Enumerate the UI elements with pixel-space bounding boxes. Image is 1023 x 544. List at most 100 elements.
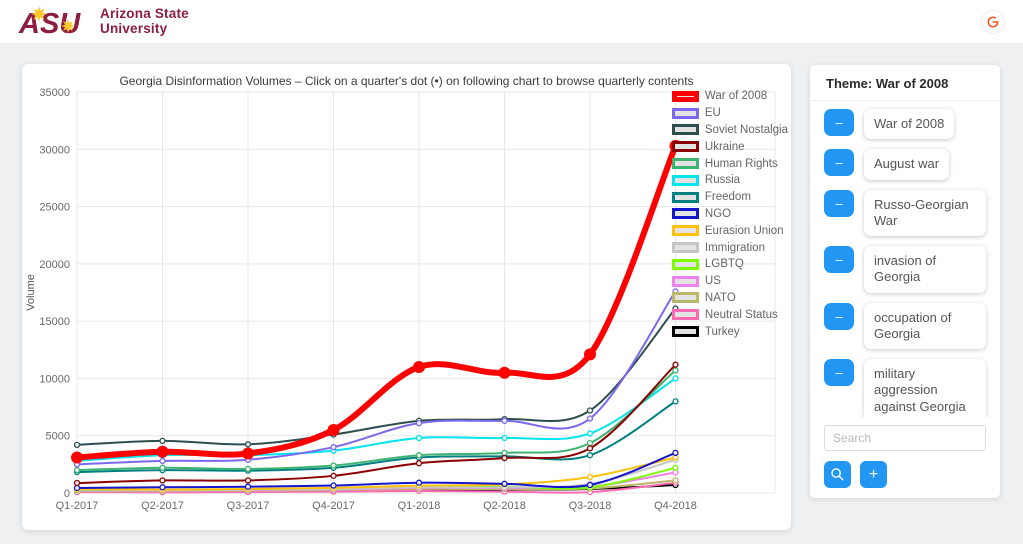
legend-label: Human Rights bbox=[705, 158, 778, 170]
quarter-dot-ukraine[interactable] bbox=[75, 481, 80, 486]
quarter-dot-human-rights[interactable] bbox=[75, 468, 80, 473]
remove-tag-button[interactable]: – bbox=[824, 109, 854, 136]
remove-tag-button[interactable]: – bbox=[824, 303, 854, 330]
quarter-dot-war-of-2008[interactable] bbox=[242, 447, 254, 459]
legend-item-immigration[interactable]: Immigration bbox=[672, 239, 788, 256]
quarter-dot-nato[interactable] bbox=[673, 478, 678, 483]
search-button[interactable] bbox=[824, 461, 851, 488]
quarter-dot-soviet-nostalgia[interactable] bbox=[588, 408, 593, 413]
quarter-dot-war-of-2008[interactable] bbox=[413, 361, 425, 373]
quarter-dot-freedom[interactable] bbox=[588, 453, 593, 458]
quarter-dot-soviet-nostalgia[interactable] bbox=[160, 438, 165, 443]
theme-panel: Theme: War of 2008 –War of 2008–August w… bbox=[810, 65, 1000, 498]
legend-label: Freedom bbox=[705, 191, 751, 203]
remove-tag-button[interactable]: – bbox=[824, 359, 854, 386]
quarter-dot-ukraine[interactable] bbox=[502, 456, 507, 461]
x-tick-label: Q1-2018 bbox=[398, 500, 441, 512]
quarter-dot-freedom[interactable] bbox=[673, 399, 678, 404]
quarter-dot-eu[interactable] bbox=[588, 416, 593, 421]
legend-item-lgbtq[interactable]: LGBTQ bbox=[672, 256, 788, 273]
y-tick-label: 15000 bbox=[39, 316, 70, 328]
remove-tag-button[interactable]: – bbox=[824, 149, 854, 176]
x-tick-label: Q2-2017 bbox=[141, 500, 184, 512]
quarter-dot-human-rights[interactable] bbox=[502, 450, 507, 455]
chart-legend: War of 2008 EU Soviet NostalgiaUkraine Huma… bbox=[672, 88, 788, 340]
quarter-dot-ukraine[interactable] bbox=[673, 362, 678, 367]
quarter-dot-eurasion-union[interactable] bbox=[588, 474, 593, 479]
legend-item-eurasion-union[interactable]: Eurasion Union bbox=[672, 222, 788, 239]
quarter-dot-ngo[interactable] bbox=[160, 485, 165, 490]
legend-label: US bbox=[705, 275, 721, 287]
quarter-dot-war-of-2008[interactable] bbox=[328, 424, 340, 436]
legend-item-freedom[interactable]: Freedom bbox=[672, 189, 788, 206]
quarter-dot-ngo[interactable] bbox=[417, 480, 422, 485]
quarter-dot-war-of-2008[interactable] bbox=[71, 451, 83, 463]
quarter-dot-ngo[interactable] bbox=[588, 482, 593, 487]
series-soviet-nostalgia bbox=[75, 306, 679, 447]
search-input[interactable] bbox=[824, 425, 986, 451]
quarter-dot-lgbtq[interactable] bbox=[673, 465, 678, 470]
legend-item-us[interactable]: US bbox=[672, 273, 788, 290]
quarter-dot-ngo[interactable] bbox=[673, 450, 678, 455]
legend-swatch bbox=[672, 208, 699, 219]
quarter-dot-ngo[interactable] bbox=[75, 485, 80, 490]
asu-logo[interactable]: ASU Arizona State University bbox=[18, 5, 189, 39]
quarter-dot-russia[interactable] bbox=[502, 436, 507, 441]
quarter-dot-human-rights[interactable] bbox=[588, 441, 593, 446]
panel-buttons: + bbox=[824, 461, 986, 488]
x-tick-label: Q2-2018 bbox=[483, 500, 526, 512]
legend-item-ngo[interactable]: NGO bbox=[672, 206, 788, 223]
quarter-dot-human-rights[interactable] bbox=[160, 465, 165, 470]
quarter-dot-russia[interactable] bbox=[417, 436, 422, 441]
legend-item-soviet-nostalgia[interactable]: Soviet Nostalgia bbox=[672, 122, 788, 139]
legend-swatch bbox=[672, 192, 699, 203]
logout-button[interactable] bbox=[981, 10, 1005, 34]
add-theme-button[interactable]: + bbox=[860, 461, 887, 488]
x-tick-label: Q4-2017 bbox=[312, 500, 355, 512]
quarter-dot-eu[interactable] bbox=[331, 445, 336, 450]
quarter-dot-human-rights[interactable] bbox=[331, 463, 336, 468]
tag-label: military aggression against Georgia bbox=[864, 359, 986, 417]
quarter-dot-ukraine[interactable] bbox=[588, 446, 593, 451]
quarter-dot-human-rights[interactable] bbox=[673, 368, 678, 373]
quarter-dot-eu[interactable] bbox=[160, 458, 165, 463]
quarter-dot-ukraine[interactable] bbox=[417, 461, 422, 466]
quarter-dot-ngo[interactable] bbox=[331, 483, 336, 488]
quarter-dot-human-rights[interactable] bbox=[246, 466, 251, 471]
legend-item-war-of-2008[interactable]: War of 2008 bbox=[672, 88, 788, 105]
series-line-soviet-nostalgia bbox=[77, 309, 676, 445]
legend-item-eu[interactable]: EU bbox=[672, 105, 788, 122]
legend-item-russia[interactable]: Russia bbox=[672, 172, 788, 189]
quarter-dot-soviet-nostalgia[interactable] bbox=[75, 442, 80, 447]
quarter-dot-russia[interactable] bbox=[588, 431, 593, 436]
legend-item-ukraine[interactable]: Ukraine bbox=[672, 138, 788, 155]
quarter-dot-eu[interactable] bbox=[502, 418, 507, 423]
quarter-dot-ukraine[interactable] bbox=[246, 478, 251, 483]
legend-label: EU bbox=[705, 107, 721, 119]
quarter-dot-human-rights[interactable] bbox=[417, 453, 422, 458]
quarter-dot-russia[interactable] bbox=[673, 376, 678, 381]
quarter-dot-ukraine[interactable] bbox=[160, 478, 165, 483]
legend-swatch bbox=[672, 326, 699, 337]
tag-label: invasion of Georgia bbox=[864, 246, 986, 293]
quarter-dot-war-of-2008[interactable] bbox=[157, 446, 169, 458]
legend-item-nato[interactable]: NATO bbox=[672, 290, 788, 307]
quarter-dot-eu[interactable] bbox=[417, 421, 422, 426]
legend-swatch bbox=[672, 292, 699, 303]
theme-tag-row: –August war bbox=[824, 149, 986, 179]
legend-item-human-rights[interactable]: Human Rights bbox=[672, 155, 788, 172]
quarter-dot-ngo[interactable] bbox=[502, 481, 507, 486]
quarter-dot-ukraine[interactable] bbox=[331, 473, 336, 478]
legend-item-neutral-status[interactable]: Neutral Status bbox=[672, 306, 788, 323]
quarter-dot-war-of-2008[interactable] bbox=[499, 367, 511, 379]
quarter-dot-war-of-2008[interactable] bbox=[584, 348, 596, 360]
quarter-dot-ngo[interactable] bbox=[246, 484, 251, 489]
asu-acronym: ASU bbox=[18, 8, 81, 39]
quarter-dot-soviet-nostalgia[interactable] bbox=[246, 442, 251, 447]
remove-tag-button[interactable]: – bbox=[824, 246, 854, 273]
legend-item-turkey[interactable]: Turkey bbox=[672, 323, 788, 340]
legend-swatch bbox=[672, 158, 699, 169]
series-line-ukraine bbox=[77, 365, 676, 483]
remove-tag-button[interactable]: – bbox=[824, 190, 854, 217]
legend-label: LGBTQ bbox=[705, 258, 744, 270]
